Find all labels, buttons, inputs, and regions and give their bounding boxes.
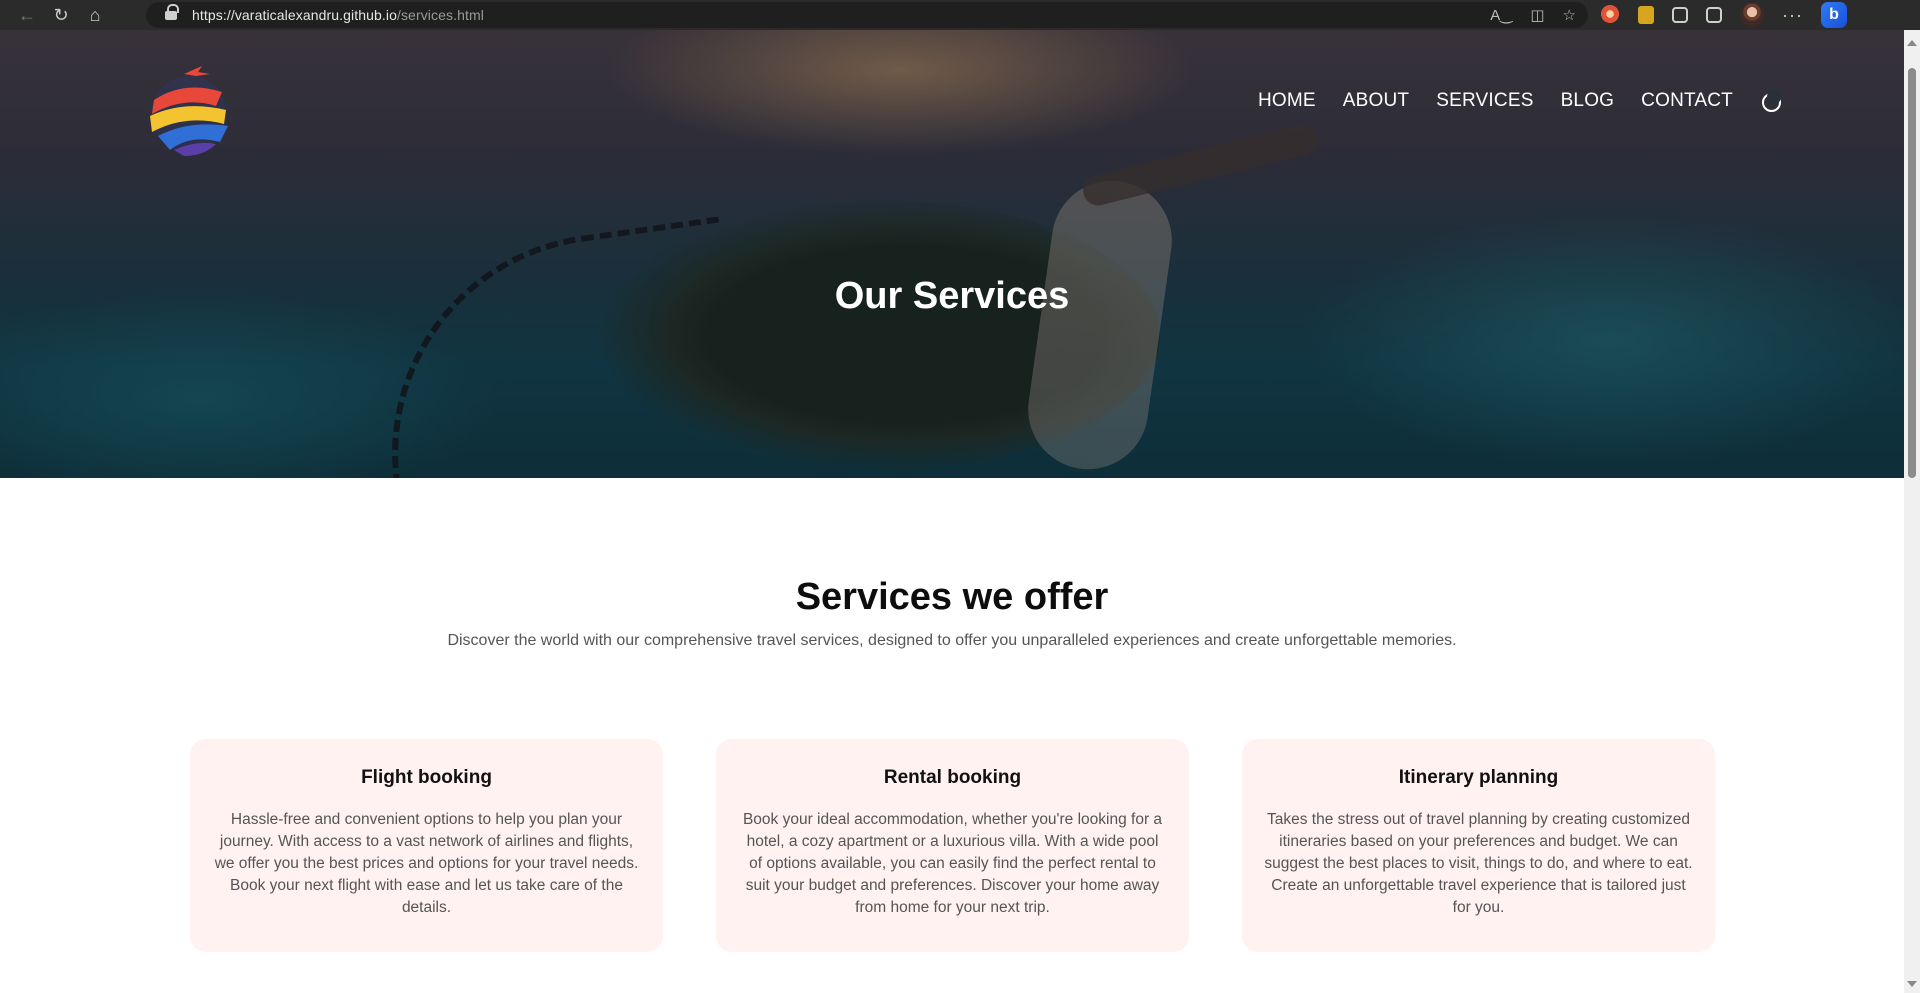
nav-about[interactable]: ABOUT: [1343, 90, 1409, 112]
moon-icon[interactable]: [1762, 90, 1781, 112]
service-card-flight-booking: Flight booking Hassle-free and convenien…: [190, 739, 663, 952]
service-card-itinerary-planning: Itinerary planning Takes the stress out …: [1242, 739, 1715, 952]
section-subtitle: Discover the world with our comprehensiv…: [447, 632, 1457, 649]
address-bar[interactable]: https://varaticalexandru.github.io/servi…: [146, 2, 1588, 28]
service-card-title: Flight booking: [361, 767, 492, 788]
service-card-title: Itinerary planning: [1398, 767, 1559, 788]
service-card-text: Book your ideal accommodation, whether y…: [742, 811, 1163, 916]
page-title: Our Services: [834, 275, 1070, 317]
service-card-title: Rental booking: [883, 767, 1022, 788]
refresh-icon[interactable]: ↻: [44, 0, 78, 30]
extensions-icon[interactable]: [1672, 7, 1688, 23]
address-actions: A‿ ◫ ☆: [1490, 2, 1576, 28]
home-icon[interactable]: ⌂: [78, 0, 112, 30]
extension-icon[interactable]: [1638, 6, 1654, 24]
service-card-text: Takes the stress out of travel planning …: [1264, 811, 1693, 916]
extension-icon[interactable]: [1600, 5, 1620, 25]
hero-banner: HOME ABOUT SERVICES BLOG CONTACT Our Ser…: [0, 30, 1904, 478]
read-aloud-icon[interactable]: A‿: [1490, 6, 1512, 24]
favorite-icon[interactable]: ☆: [1563, 6, 1576, 24]
nav-blog[interactable]: BLOG: [1561, 90, 1615, 112]
scroll-up-arrow-icon[interactable]: [1907, 40, 1917, 46]
extensions-area: ··· b: [1600, 0, 1847, 30]
browser-toolbar: ← ↻ ⌂ https://varaticalexandru.github.io…: [0, 0, 1920, 30]
lock-icon[interactable]: [164, 4, 179, 21]
section-title: Services we offer: [795, 576, 1109, 618]
collections-icon[interactable]: [1706, 7, 1722, 23]
url-path: /services.html: [396, 7, 484, 23]
nav-home[interactable]: HOME: [1258, 90, 1316, 112]
nav-contact[interactable]: CONTACT: [1641, 90, 1733, 112]
service-card-text: Hassle-free and convenient options to he…: [214, 811, 639, 916]
profile-avatar[interactable]: [1740, 3, 1764, 27]
scroll-down-arrow-icon[interactable]: [1907, 981, 1917, 987]
immersive-reader-icon[interactable]: ◫: [1530, 6, 1544, 24]
nav-services[interactable]: SERVICES: [1436, 90, 1533, 112]
url-text[interactable]: https://varaticalexandru.github.io/servi…: [192, 7, 484, 23]
scrollbar-thumb[interactable]: [1908, 68, 1916, 478]
url-host: https://varaticalexandru.github.io: [192, 7, 397, 23]
back-icon[interactable]: ←: [10, 0, 44, 30]
main-navigation: HOME ABOUT SERVICES BLOG CONTACT: [1258, 90, 1781, 112]
bing-chat-icon[interactable]: b: [1820, 2, 1847, 28]
more-options-icon[interactable]: ···: [1782, 5, 1803, 26]
service-card-rental-booking: Rental booking Book your ideal accommoda…: [716, 739, 1189, 952]
site-logo[interactable]: [144, 62, 234, 158]
page-scrollbar[interactable]: [1904, 30, 1920, 993]
